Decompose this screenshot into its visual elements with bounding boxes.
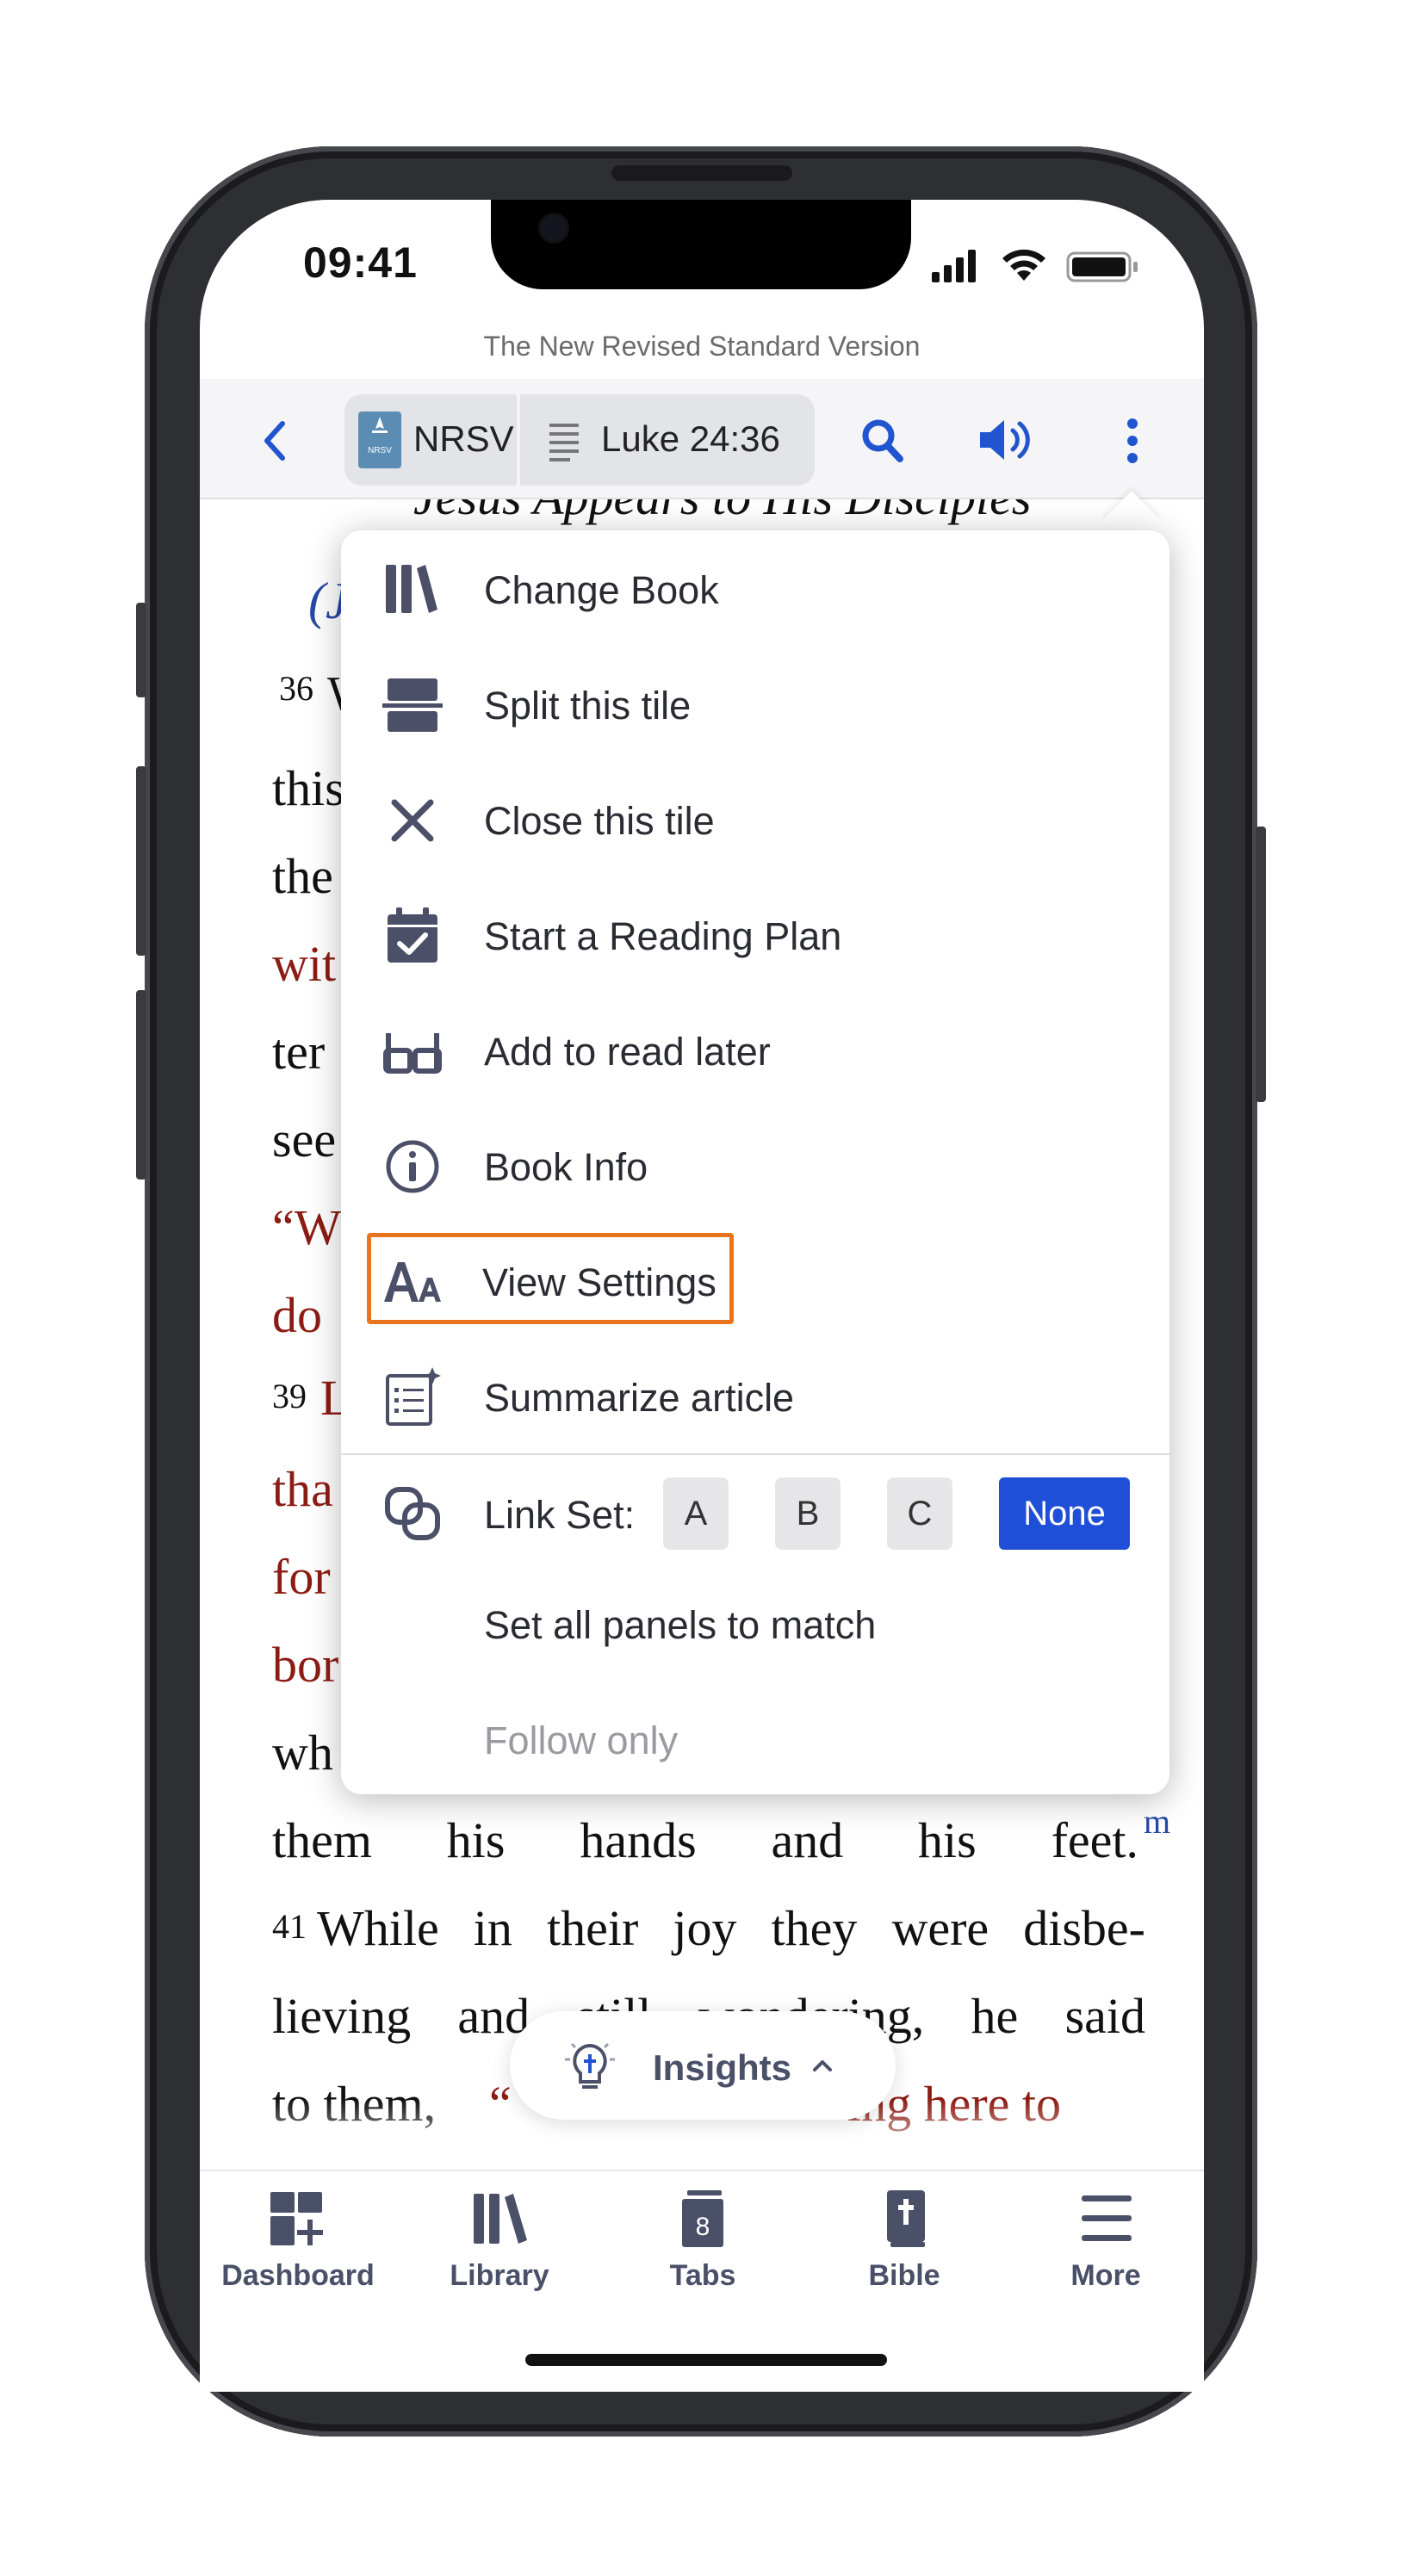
menu-item-view-settings[interactable]: View Settings [341, 1235, 1169, 1329]
tab-label: Bible [868, 2259, 940, 2292]
tab-tabs[interactable]: 8 Tabs [608, 2178, 797, 2307]
library-icon [463, 2189, 536, 2249]
menu-item-reading-plan[interactable]: Start a Reading Plan [341, 889, 1169, 983]
menu-divider [341, 1453, 1169, 1455]
menu-item-split-tile[interactable]: Split this tile [341, 658, 1169, 752]
tab-more[interactable]: More [1011, 2178, 1200, 2307]
heading-ornament-icon [329, 498, 381, 515]
tab-label: Dashboard [221, 2259, 375, 2292]
link-set-none-button[interactable]: None [999, 1477, 1130, 1550]
link-set-a-button[interactable]: A [663, 1477, 729, 1550]
calendar-check-icon [382, 906, 443, 966]
menu-item-label: View Settings [482, 1260, 717, 1304]
books-icon [382, 560, 443, 620]
verse-text: bor [272, 1637, 339, 1693]
verse-text: tha [272, 1461, 333, 1517]
version-cover-icon: NRSV [358, 412, 401, 468]
summarize-icon [382, 1367, 443, 1427]
list-lines-icon [548, 420, 582, 461]
version-label: NRSV [413, 418, 514, 459]
tabs-count-badge: 8 [695, 2213, 710, 2241]
verse-text: see [272, 1112, 337, 1167]
dashboard-icon [262, 2189, 334, 2249]
bible-title: The New Revised Standard Version [483, 331, 921, 362]
volume-up-button [136, 766, 146, 956]
speaker-grille [611, 165, 792, 181]
menu-item-label: Change Book [484, 568, 719, 612]
section-heading: Jesus Appears to His Disciples [413, 498, 1031, 526]
menu-item-label: Split this tile [484, 684, 692, 728]
insights-label: Insights [653, 2047, 792, 2088]
status-time: 09:41 [303, 238, 418, 287]
menu-item-label: Add to read later [484, 1030, 771, 1074]
chevron-up-icon [810, 2053, 835, 2078]
verse-text: the [272, 848, 333, 904]
menu-item-label: Book Info [484, 1145, 648, 1189]
volume-down-button [136, 990, 146, 1180]
more-options-icon[interactable] [1120, 415, 1145, 467]
menu-item-summarize[interactable]: Summarize article [341, 1350, 1169, 1445]
glasses-icon [382, 1021, 443, 1081]
menu-item-change-book[interactable]: Change Book [341, 542, 1169, 637]
signal-icon [930, 248, 982, 282]
lightbulb-icon [561, 2035, 618, 2097]
footnote-marker[interactable]: m [1144, 1801, 1170, 1842]
verse-number: 36 [279, 669, 313, 708]
tab-label: More [1070, 2259, 1141, 2292]
link-set-label: Link Set: [484, 1493, 636, 1537]
power-button [1256, 827, 1266, 1102]
text-size-icon [382, 1252, 443, 1312]
reference-label: Luke 24:36 [601, 418, 780, 459]
audio-icon[interactable] [977, 415, 1039, 465]
back-button[interactable] [255, 415, 296, 467]
menu-item-close-tile[interactable]: Close this tile [341, 773, 1169, 868]
close-icon [382, 790, 443, 851]
split-icon [382, 675, 443, 735]
menu-item-read-later[interactable]: Add to read later [341, 1004, 1169, 1099]
info-icon [382, 1136, 443, 1197]
verse-text: this [272, 760, 344, 816]
menu-item-label: Summarize article [484, 1376, 795, 1420]
mute-switch [136, 603, 146, 697]
verse-text: wh [272, 1725, 333, 1780]
tabs-icon: 8 [667, 2189, 739, 2249]
tab-label: Library [450, 2259, 549, 2292]
verse-text: “W [272, 1199, 342, 1255]
link-set-c-button[interactable]: C [887, 1477, 952, 1550]
verse-number: 39 [272, 1377, 307, 1415]
home-indicator[interactable] [525, 2354, 887, 2366]
menu-item-label: Close this tile [484, 799, 715, 843]
version-cover-label: NRSV [368, 446, 392, 455]
verse-text: do [272, 1287, 322, 1343]
menu-item-label: Start a Reading Plan [484, 914, 842, 958]
menu-lines-icon [1070, 2189, 1142, 2249]
tab-bible[interactable]: Bible [810, 2178, 999, 2307]
notch [491, 200, 911, 289]
verse-number: 41 [272, 1907, 307, 1946]
verse-text: While in their joy they were disbe- [317, 1900, 1145, 1956]
verse-text: wit [272, 936, 337, 992]
link-icon [382, 1483, 443, 1543]
wifi-icon [999, 246, 1049, 284]
bible-icon [868, 2189, 940, 2249]
verse-text: them his hands and his feet. [272, 1812, 1138, 1868]
follow-only-option: Follow only [484, 1718, 679, 1762]
search-icon[interactable] [859, 415, 906, 465]
front-camera [541, 215, 567, 241]
tab-dashboard[interactable]: Dashboard [203, 2178, 393, 2307]
tab-library[interactable]: Library [405, 2178, 594, 2307]
menu-item-book-info[interactable]: Book Info [341, 1119, 1169, 1214]
set-all-panels-option[interactable]: Set all panels to match [484, 1603, 876, 1648]
verse-text: ter [272, 1024, 326, 1080]
battery-icon [1066, 250, 1140, 284]
link-set-b-button[interactable]: B [775, 1477, 841, 1550]
verse-text: for [272, 1549, 331, 1605]
tab-label: Tabs [669, 2259, 736, 2292]
